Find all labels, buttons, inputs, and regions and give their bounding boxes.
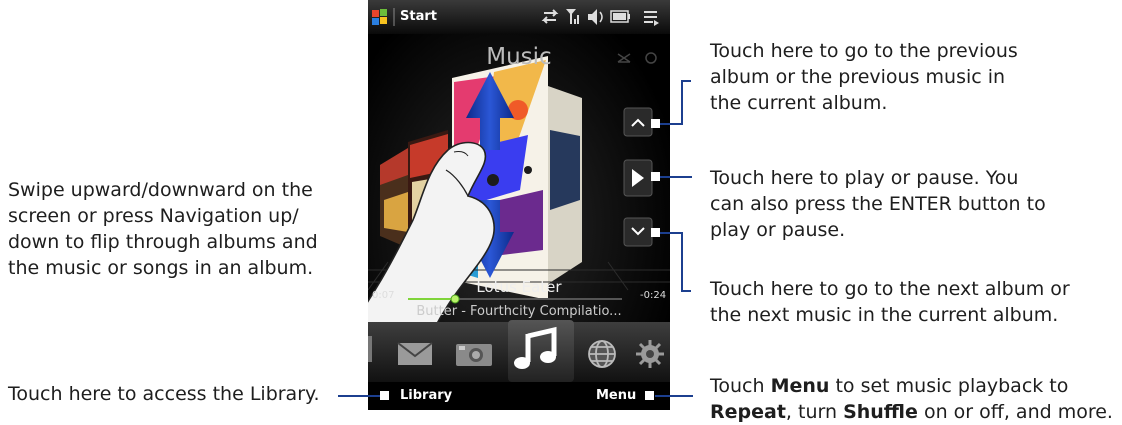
play-pause-button[interactable] [623, 159, 653, 197]
next-callout: Touch here to go to the next album or th… [710, 278, 1070, 326]
prev-callout: Touch here to go to the previous album o… [710, 40, 1018, 114]
library-connector [338, 395, 380, 397]
prev-connector-v [681, 80, 683, 125]
time-remaining: -0:24 [640, 290, 667, 301]
play-marker [651, 172, 660, 181]
next-connector-tick [681, 290, 691, 292]
phone-screen: Start Music Lotus Eater 0:07 -0:24 Butte… [368, 0, 670, 410]
previous-button[interactable] [623, 107, 653, 137]
camera-icon[interactable] [456, 344, 492, 366]
time-elapsed: 0:07 [372, 290, 395, 301]
album-cover-right[interactable] [548, 86, 582, 284]
progress-knob[interactable] [450, 294, 460, 304]
library-softkey[interactable]: Library [400, 388, 452, 403]
library-marker [380, 391, 389, 400]
next-button[interactable] [623, 217, 653, 247]
music-title: Music [486, 44, 552, 70]
internet-icon[interactable] [588, 340, 616, 368]
menu-callout: Touch Menu to set music playback to Repe… [710, 375, 1113, 423]
swipe-callout: Swipe upward/downward on the screen or p… [8, 179, 318, 279]
menu-connector [655, 395, 693, 397]
start-label[interactable]: Start [400, 9, 437, 24]
album-cover-back[interactable] [380, 148, 408, 248]
mail-icon[interactable] [397, 342, 433, 365]
prev-marker [651, 119, 660, 128]
prev-connector-tick [681, 80, 691, 82]
next-connector-h [660, 232, 682, 234]
song-subtitle: Butter - Fourthcity Compilatio... [416, 304, 622, 319]
menu-softkey[interactable]: Menu [596, 388, 636, 403]
prev-connector-h [660, 123, 682, 125]
next-marker [651, 228, 660, 237]
play-callout: Touch here to play or pause. You can als… [710, 167, 1046, 241]
library-callout: Touch here to access the Library. [8, 383, 320, 405]
menu-marker [645, 391, 654, 400]
tab-music-selected[interactable] [508, 320, 574, 382]
play-connector [660, 176, 692, 178]
song-title: Lotus Eater [476, 278, 562, 296]
next-connector-v [681, 232, 683, 292]
settings-icon[interactable] [636, 340, 664, 368]
